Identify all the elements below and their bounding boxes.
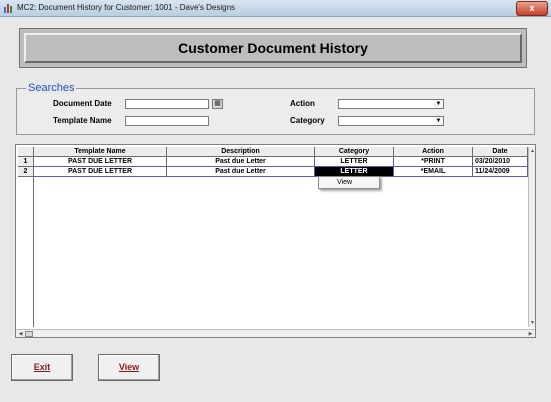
table-cell-description[interactable]: Past due Letter — [167, 157, 315, 167]
column-header-date[interactable]: Date — [473, 147, 528, 157]
header-panel: Customer Document History — [19, 28, 527, 68]
table-cell-description[interactable]: Past due Letter — [167, 167, 315, 177]
horizontal-scrollbar[interactable]: ◀ ▶ — [16, 329, 535, 337]
document-grid[interactable]: Template Name Description Category Actio… — [15, 144, 536, 338]
scroll-down-icon[interactable]: ▼ — [529, 320, 535, 326]
row-number: 1 — [18, 157, 34, 167]
table-cell-template-name[interactable]: PAST DUE LETTER — [34, 167, 167, 177]
column-header-action[interactable]: Action — [394, 147, 473, 157]
category-select[interactable]: ▼ — [338, 116, 444, 126]
chevron-down-icon[interactable]: ▼ — [434, 100, 443, 108]
table-cell-action[interactable]: *PRINT — [394, 157, 473, 167]
table-cell-date[interactable]: 11/24/2009 — [473, 167, 528, 177]
title-bar: MC2: Document History for Customer: 1001… — [0, 0, 551, 17]
searches-group — [16, 88, 535, 135]
table-cell-date[interactable]: 03/20/2010 — [473, 157, 528, 167]
page-title: Customer Document History — [24, 33, 522, 63]
table-cell-template-name[interactable]: PAST DUE LETTER — [34, 157, 167, 167]
column-header-template-name[interactable]: Template Name — [34, 147, 167, 157]
column-header-description[interactable]: Description — [167, 147, 315, 157]
window-title: MC2: Document History for Customer: 1001… — [17, 3, 236, 12]
template-name-label: Template Name — [53, 116, 112, 125]
action-select[interactable]: ▼ — [338, 99, 444, 109]
context-menu-item-view[interactable]: View — [337, 179, 352, 186]
horizontal-scroll-thumb[interactable] — [25, 331, 33, 337]
document-date-field[interactable] — [125, 99, 209, 109]
category-label: Category — [290, 116, 325, 125]
view-button[interactable]: View — [98, 354, 160, 381]
row-number-header — [18, 147, 34, 157]
column-header-category[interactable]: Category — [315, 147, 394, 157]
document-date-label: Document Date — [53, 99, 112, 108]
calendar-icon[interactable]: ▦ — [212, 99, 223, 109]
table-cell-category[interactable]: LETTER — [315, 157, 394, 167]
exit-button[interactable]: Exit — [11, 354, 73, 381]
close-button[interactable]: x — [516, 1, 548, 16]
scroll-left-icon[interactable]: ◀ — [17, 331, 24, 337]
scroll-up-icon[interactable]: ▲ — [529, 148, 535, 154]
vertical-scrollbar[interactable]: ▲ ▼ — [528, 147, 535, 327]
scroll-right-icon[interactable]: ▶ — [527, 331, 534, 337]
chevron-down-icon[interactable]: ▼ — [434, 117, 443, 125]
searches-legend: Searches — [26, 82, 77, 94]
context-menu: View — [318, 176, 380, 189]
template-name-field[interactable] — [125, 116, 209, 126]
app-icon — [4, 3, 14, 13]
row-number: 2 — [18, 167, 34, 177]
table-cell-action[interactable]: *EMAIL — [394, 167, 473, 177]
action-label: Action — [290, 99, 315, 108]
